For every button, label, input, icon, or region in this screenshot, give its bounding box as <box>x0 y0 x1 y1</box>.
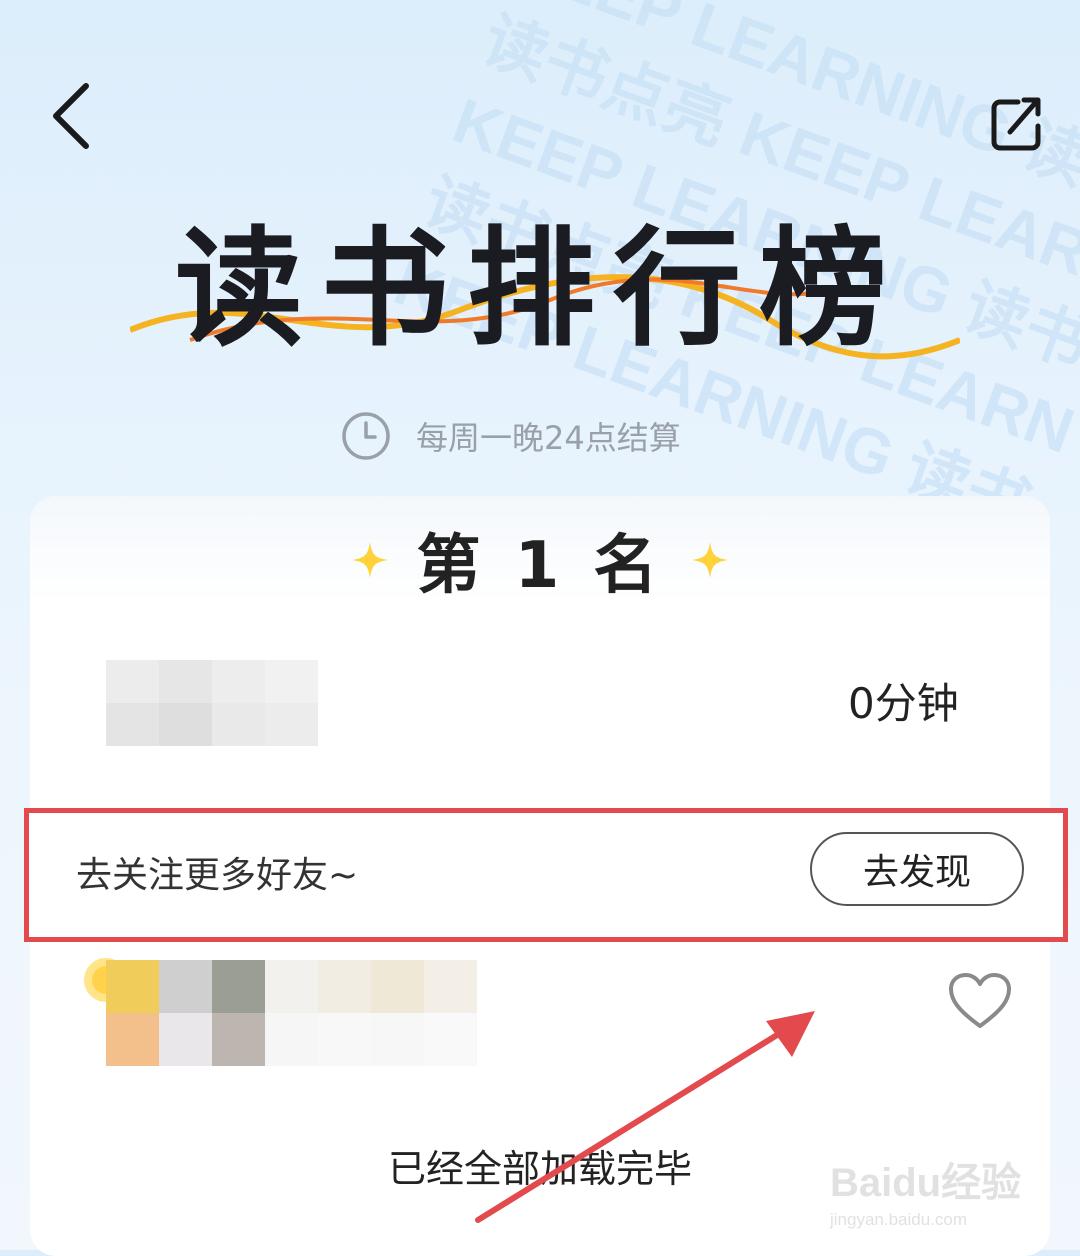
heart-icon[interactable] <box>948 972 1012 1030</box>
blurred-user-row <box>106 960 477 1066</box>
clock-icon <box>342 412 390 460</box>
page-title: 读书排行榜 <box>174 215 905 364</box>
share-icon <box>991 97 1041 151</box>
back-button[interactable] <box>44 76 104 156</box>
rank-heading: 第 1 名 <box>0 514 1080 606</box>
chevron-left-icon <box>53 83 89 149</box>
baidu-watermark: Baidu经验 jingyan.baidu.com <box>830 1150 1040 1230</box>
settle-text: 每周一晚24点结算 <box>416 419 681 457</box>
baidu-url: jingyan.baidu.com <box>830 1210 968 1229</box>
sparkle-icon <box>691 542 728 578</box>
discover-button[interactable]: 去发现 <box>810 832 1024 906</box>
blurred-user-info <box>106 660 318 746</box>
baidu-logo: Baidu经验 <box>830 1161 1022 1205</box>
sparkle-icon <box>352 542 389 578</box>
settle-info: 每周一晚24点结算 <box>340 408 681 464</box>
share-button[interactable] <box>988 94 1048 154</box>
reading-duration: 0分钟 <box>848 679 959 728</box>
rank-heading-text: 第 1 名 <box>416 529 664 603</box>
follow-prompt-text: 去关注更多好友~ <box>76 855 359 896</box>
